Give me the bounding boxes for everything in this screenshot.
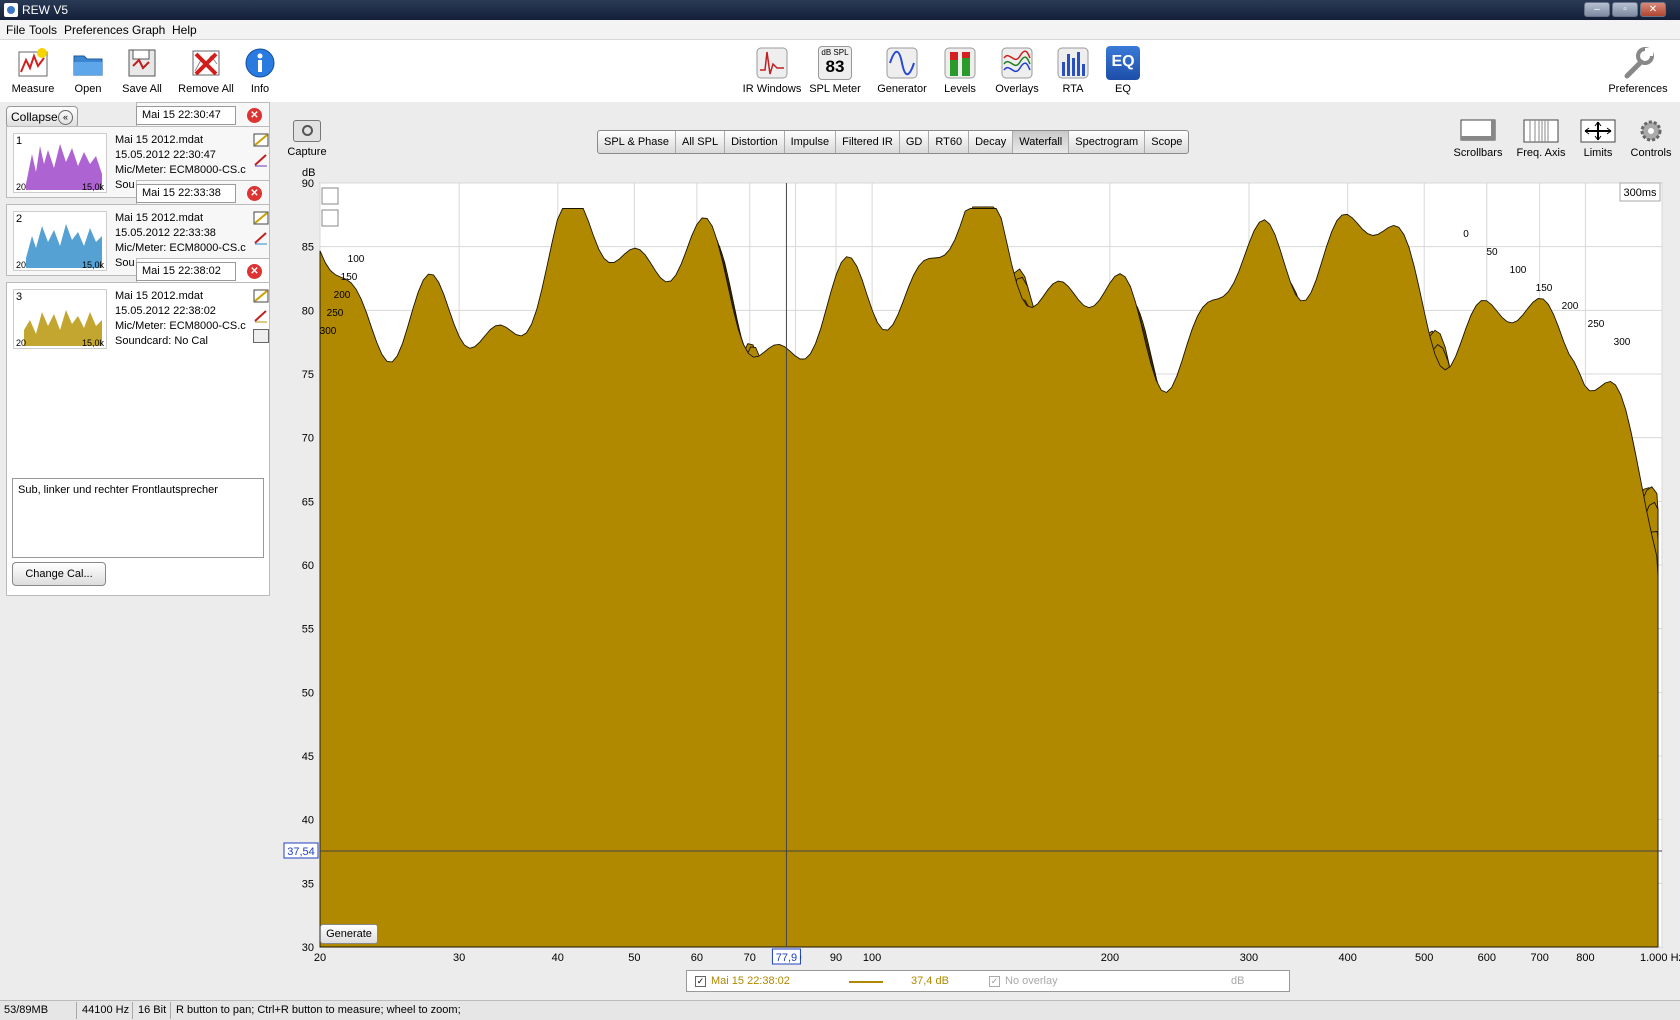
time-tick-right: 250 [1588, 319, 1605, 330]
y-tick-label: 65 [302, 496, 314, 508]
time-tick-right: 150 [1536, 283, 1553, 294]
y-tick-label: 55 [302, 624, 314, 636]
time-tick-right: 0 [1463, 229, 1469, 240]
time-tick-right: 300 [1614, 337, 1631, 348]
cursor-x-readout: 77,9 [776, 952, 797, 964]
legend: ✓ Mai 15 22:38:02 37,4 dB ✓ No overlay d… [686, 970, 1290, 992]
overlay-checkbox[interactable]: ✓ [989, 976, 1000, 987]
x-tick-label: 1.000 Hz [1640, 952, 1680, 964]
y-tick-label: 90 [302, 178, 314, 190]
time-tick-left: 200 [334, 290, 351, 301]
time-tick-left: 150 [341, 272, 358, 283]
x-tick-label: 500 [1415, 952, 1433, 964]
x-tick-label: 50 [628, 952, 640, 964]
x-tick-label: 30 [453, 952, 465, 964]
y-axis-label: dB [302, 167, 315, 179]
time-tick-left: 300 [320, 326, 337, 337]
y-tick-label: 50 [302, 687, 314, 699]
x-tick-label: 20 [314, 952, 326, 964]
generate-label: Generate [326, 928, 372, 940]
y-tick-label: 30 [302, 942, 314, 954]
legend-line-swatch [849, 981, 883, 983]
y-tick-label: 60 [302, 560, 314, 572]
statusbar: 53/89MB 44100 Hz 16 Bit R button to pan;… [0, 1000, 1680, 1020]
time-tick-right: 100 [1510, 265, 1527, 276]
y-tick-label: 35 [302, 878, 314, 890]
y-tick-label: 85 [302, 242, 314, 254]
status-memory: 53/89MB [4, 1004, 49, 1016]
legend-checkbox[interactable]: ✓ [695, 976, 706, 987]
generate-button[interactable]: Generate [320, 924, 378, 944]
time-tick-left: 100 [348, 254, 365, 265]
x-tick-label: 90 [830, 952, 842, 964]
x-tick-label: 60 [691, 952, 703, 964]
y-tick-label: 45 [302, 751, 314, 763]
x-tick-label: 100 [863, 952, 881, 964]
status-bit-depth: 16 Bit [138, 1004, 167, 1016]
cursor-y-readout: 37,54 [287, 846, 315, 858]
x-tick-label: 200 [1101, 952, 1119, 964]
x-tick-label: 700 [1530, 952, 1548, 964]
time-tick-left: 250 [327, 308, 344, 319]
overlay-unit: dB [1231, 975, 1245, 987]
y-tick-label: 70 [302, 433, 314, 445]
x-tick-label: 800 [1576, 952, 1594, 964]
y-tick-label: 40 [302, 815, 314, 827]
x-tick-label: 70 [744, 952, 756, 964]
status-hint: R button to pan; Ctrl+R button to measur… [176, 1004, 461, 1016]
x-tick-label: 40 [552, 952, 564, 964]
waterfall-chart[interactable]: 2030405060708090100200300400500600700800… [0, 0, 1680, 1000]
y-tick-label: 80 [302, 305, 314, 317]
x-tick-label: 300 [1240, 952, 1258, 964]
status-sample-rate: 44100 Hz [82, 1004, 130, 1016]
y-tick-label: 75 [302, 369, 314, 381]
legend-value: 37,4 dB [911, 975, 949, 987]
time-tick-right: 200 [1562, 301, 1579, 312]
time-range-label: 300ms [1623, 187, 1657, 199]
legend-name: Mai 15 22:38:02 [711, 975, 790, 987]
overlay-label: No overlay [1005, 975, 1058, 987]
x-tick-label: 600 [1478, 952, 1496, 964]
x-tick-label: 400 [1338, 952, 1356, 964]
time-tick-right: 50 [1486, 247, 1498, 258]
